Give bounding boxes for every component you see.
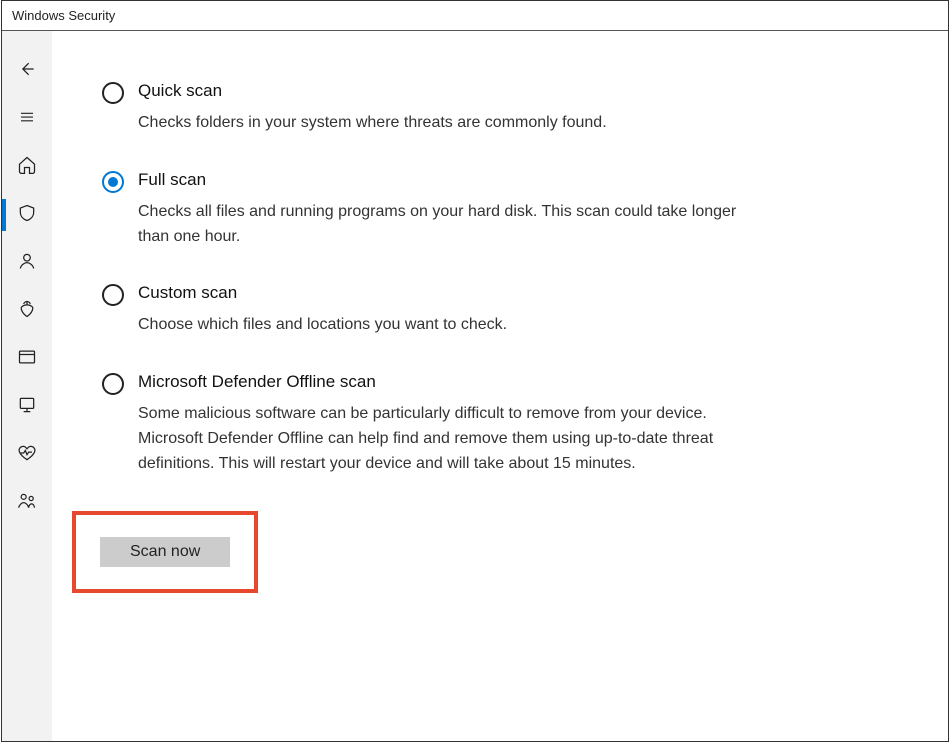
option-text: Full scan Checks all files and running p… xyxy=(138,170,742,250)
body: Quick scan Checks folders in your system… xyxy=(2,31,948,741)
highlight-annotation: Scan now xyxy=(72,511,258,593)
home-icon xyxy=(17,155,37,180)
app-window: Windows Security xyxy=(1,0,949,742)
app-browser-icon xyxy=(17,347,37,372)
titlebar: Windows Security xyxy=(2,1,948,31)
action-row: Scan now xyxy=(102,511,888,593)
firewall-icon xyxy=(17,299,37,324)
nav-device-security[interactable] xyxy=(2,383,52,431)
option-description: Checks all files and running programs on… xyxy=(138,200,742,250)
nav-home[interactable] xyxy=(2,143,52,191)
nav-device-health[interactable] xyxy=(2,431,52,479)
back-button[interactable] xyxy=(2,47,52,95)
shield-icon xyxy=(17,203,37,228)
heart-icon xyxy=(17,443,37,468)
option-description: Checks folders in your system where thre… xyxy=(138,111,742,136)
option-text: Quick scan Checks folders in your system… xyxy=(138,81,742,136)
radio-full-scan[interactable] xyxy=(102,171,124,193)
nav-family-options[interactable] xyxy=(2,479,52,527)
main-content: Quick scan Checks folders in your system… xyxy=(52,31,948,741)
option-title: Custom scan xyxy=(138,283,742,303)
option-description: Some malicious software can be particula… xyxy=(138,402,742,476)
option-text: Custom scan Choose which files and locat… xyxy=(138,283,742,338)
nav-account-protection[interactable] xyxy=(2,239,52,287)
scan-option-quick[interactable]: Quick scan Checks folders in your system… xyxy=(102,81,742,136)
back-arrow-icon xyxy=(17,59,37,84)
menu-button[interactable] xyxy=(2,95,52,143)
nav-app-browser[interactable] xyxy=(2,335,52,383)
scan-option-offline[interactable]: Microsoft Defender Offline scan Some mal… xyxy=(102,372,742,476)
window-title: Windows Security xyxy=(12,8,115,23)
option-text: Microsoft Defender Offline scan Some mal… xyxy=(138,372,742,476)
radio-custom-scan[interactable] xyxy=(102,284,124,306)
option-title: Full scan xyxy=(138,170,742,190)
scan-option-custom[interactable]: Custom scan Choose which files and locat… xyxy=(102,283,742,338)
radio-offline-scan[interactable] xyxy=(102,373,124,395)
hamburger-icon xyxy=(18,108,36,131)
scan-option-full[interactable]: Full scan Checks all files and running p… xyxy=(102,170,742,250)
sidebar xyxy=(2,31,52,741)
option-description: Choose which files and locations you wan… xyxy=(138,313,742,338)
nav-virus-protection[interactable] xyxy=(2,191,52,239)
option-title: Microsoft Defender Offline scan xyxy=(138,372,742,392)
account-icon xyxy=(17,251,37,276)
scan-now-button[interactable]: Scan now xyxy=(100,537,230,567)
nav-firewall[interactable] xyxy=(2,287,52,335)
option-title: Quick scan xyxy=(138,81,742,101)
device-security-icon xyxy=(17,395,37,420)
family-icon xyxy=(17,491,37,516)
radio-quick-scan[interactable] xyxy=(102,82,124,104)
